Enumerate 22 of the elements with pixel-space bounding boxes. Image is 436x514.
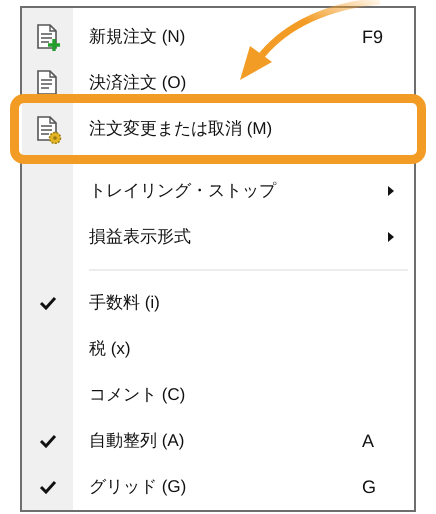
menu-item-label: トレイリング・ストップ — [89, 180, 278, 202]
menu-item[interactable]: グリッド (G) G — [22, 464, 414, 510]
menu-item[interactable]: 税 (x) — [22, 326, 414, 372]
menu-item-label: 損益表示形式 — [89, 226, 192, 248]
menu-item-label: 新規注文 (N) — [89, 26, 186, 48]
menu-item[interactable]: コメント (C) — [22, 372, 414, 418]
menu-item-label: コメント (C) — [89, 384, 186, 406]
menu-item-label: 決済注文 (O) — [89, 72, 188, 94]
shortcut-label: A — [362, 430, 376, 452]
menu-item-label: 自動整列 (A) — [89, 430, 186, 452]
menu-item[interactable]: トレイリング・ストップ — [22, 168, 414, 214]
shortcut-label: G — [362, 476, 378, 498]
menu-item[interactable]: 手数料 (i) — [22, 280, 414, 326]
menu-item[interactable]: 損益表示形式 — [22, 214, 414, 260]
menu-item-label: グリッド (G) — [89, 476, 188, 498]
menu-item-label: 手数料 (i) — [89, 292, 161, 314]
shortcut-label: F9 — [362, 26, 384, 48]
menu-item[interactable]: 注文変更または取消 (M) — [10, 94, 426, 164]
menu-item-label: 税 (x) — [89, 338, 132, 360]
menu-item[interactable]: 新規注文 (N) F9 — [22, 14, 414, 60]
menu-item[interactable]: 自動整列 (A) A — [22, 418, 414, 464]
menu-item-label: 注文変更または取消 (M) — [89, 118, 274, 140]
